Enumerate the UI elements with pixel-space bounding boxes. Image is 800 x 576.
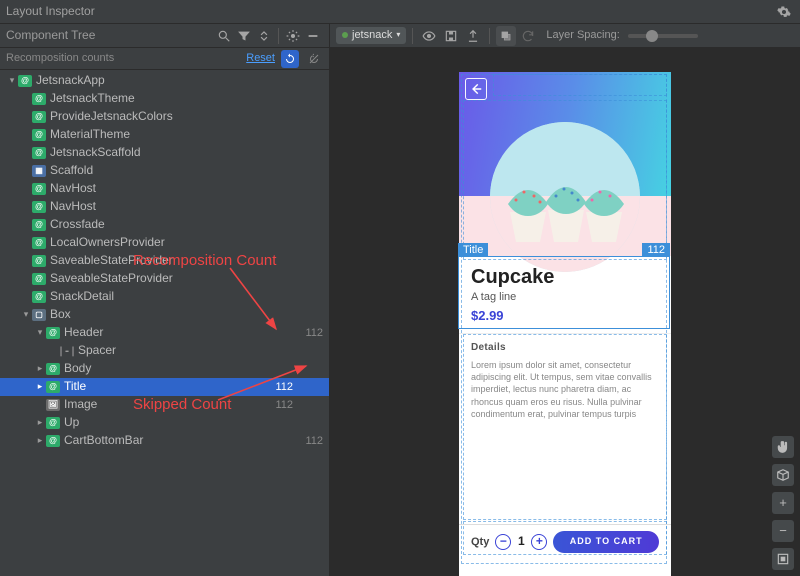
view-mode-icon[interactable] xyxy=(419,26,439,46)
refresh-icon[interactable] xyxy=(518,26,538,46)
tree-node[interactable]: @ProvideJetsnackColors xyxy=(0,108,329,126)
title-bar: Layout Inspector xyxy=(0,0,800,24)
skipped-count: 112 xyxy=(293,434,323,448)
mode-3d-icon[interactable] xyxy=(772,464,794,486)
chevron-icon[interactable]: ▾ xyxy=(6,75,18,87)
chevron-icon[interactable]: ▸ xyxy=(34,381,46,393)
tree-node-label: NavHost xyxy=(50,199,263,215)
settings-icon[interactable] xyxy=(774,2,794,22)
title-text: Layout Inspector xyxy=(6,4,774,20)
gear-icon[interactable] xyxy=(283,26,303,46)
overlay-cartbar xyxy=(463,521,667,555)
recomp-count-indicator xyxy=(281,50,299,68)
zoom-out-icon[interactable]: − xyxy=(772,520,794,542)
tree-node[interactable]: @SaveableStateProvider xyxy=(0,270,329,288)
tree-node-label: SaveableStateProvider xyxy=(50,271,263,287)
device-frame: Cupcake A tag line $2.99 Details Lorem i… xyxy=(459,72,671,576)
chevron-icon[interactable]: ▾ xyxy=(20,309,32,321)
tree-node[interactable]: @JetsnackTheme xyxy=(0,90,329,108)
tree-node-label: Box xyxy=(50,307,263,323)
tree-node-label: JetsnackApp xyxy=(36,73,263,89)
zoom-in-icon[interactable]: + xyxy=(772,492,794,514)
zoom-fit-icon[interactable] xyxy=(772,548,794,570)
tree-node-label: Image xyxy=(64,397,263,413)
tree-node[interactable]: @SnackDetail xyxy=(0,288,329,306)
process-selector[interactable]: jetsnack ▾ xyxy=(336,27,406,43)
tree-node[interactable]: ▦Scaffold xyxy=(0,162,329,180)
overlay-label-right: 112 xyxy=(642,243,670,257)
skipped-count-indicator xyxy=(305,50,323,68)
reset-link[interactable]: Reset xyxy=(246,51,275,65)
tree-node-label: MaterialTheme xyxy=(50,127,263,143)
tree-node-label: SnackDetail xyxy=(50,289,263,305)
preview-toolbar: jetsnack ▾ Layer Spacing: xyxy=(330,24,800,48)
overlay-label-left: Title xyxy=(458,243,488,257)
tree-toolbar: Component Tree xyxy=(0,24,329,48)
tree-node[interactable]: ▸@Up xyxy=(0,414,329,432)
tree-node[interactable]: ▾▢Box xyxy=(0,306,329,324)
recomp-count: 112 xyxy=(263,380,293,394)
tree-node[interactable]: @SaveableStateProvider xyxy=(0,252,329,270)
overlay-toggle-icon[interactable] xyxy=(496,26,516,46)
tree-node[interactable]: ▾@Header112 xyxy=(0,324,329,342)
preview-panel: jetsnack ▾ Layer Spacing: xyxy=(330,24,800,576)
tree-node[interactable]: @MaterialTheme xyxy=(0,126,329,144)
layer-spacing-label: Layer Spacing: xyxy=(546,28,619,42)
tree-node-label: SaveableStateProvider xyxy=(50,253,263,269)
overlay-toolbar xyxy=(493,74,667,96)
tree-toolbar-label: Component Tree xyxy=(6,28,214,44)
minimize-icon[interactable] xyxy=(303,26,323,46)
tree-node[interactable]: ▸@Title112 xyxy=(0,378,329,396)
tree-node-label: JetsnackScaffold xyxy=(50,145,263,161)
recomposition-bar: Recomposition counts Reset xyxy=(0,48,329,70)
export-icon[interactable] xyxy=(463,26,483,46)
overlay-title-selected: Title 112 xyxy=(458,256,670,329)
chevron-icon[interactable]: ▸ xyxy=(34,417,46,429)
tree-node-label: NavHost xyxy=(50,181,263,197)
recomp-count: 112 xyxy=(263,398,293,412)
overlay-body xyxy=(463,334,667,520)
tree-node[interactable]: @LocalOwnersProvider xyxy=(0,234,329,252)
tree-node-label: Up xyxy=(64,415,263,431)
overlay-image xyxy=(463,100,667,260)
tree-node-label: CartBottomBar xyxy=(64,433,263,449)
tree-node-label: JetsnackTheme xyxy=(50,91,263,107)
tree-node-label: Scaffold xyxy=(50,163,263,179)
tree-node-label: Body xyxy=(64,361,263,377)
chevron-icon[interactable]: ▸ xyxy=(34,363,46,375)
layer-spacing-slider[interactable] xyxy=(628,34,698,38)
component-tree[interactable]: ▾@JetsnackApp@JetsnackTheme@ProvideJetsn… xyxy=(0,70,329,576)
tree-node-label: Crossfade xyxy=(50,217,263,233)
canvas-controls: + − xyxy=(772,436,794,570)
tree-node-label: LocalOwnersProvider xyxy=(50,235,263,251)
chevron-icon[interactable]: ▸ xyxy=(34,435,46,447)
tree-node-label: ProvideJetsnackColors xyxy=(50,109,263,125)
filter-icon[interactable] xyxy=(234,26,254,46)
tree-node[interactable]: @NavHost xyxy=(0,180,329,198)
search-icon[interactable] xyxy=(214,26,234,46)
chevron-icon[interactable]: ▾ xyxy=(34,327,46,339)
snapshot-icon[interactable] xyxy=(441,26,461,46)
pan-icon[interactable] xyxy=(772,436,794,458)
tree-node[interactable]: 🖼Image112 xyxy=(0,396,329,414)
component-tree-panel: Component Tree Recomposition counts Rese… xyxy=(0,24,330,576)
expand-icon[interactable] xyxy=(254,26,274,46)
recomposition-label: Recomposition counts xyxy=(6,51,240,65)
tree-node[interactable]: @NavHost xyxy=(0,198,329,216)
tree-node[interactable]: ▸@Body xyxy=(0,360,329,378)
tree-node[interactable]: ▾@JetsnackApp xyxy=(0,72,329,90)
tree-node-label: Spacer xyxy=(78,343,263,359)
tree-node-label: Header xyxy=(64,325,263,341)
skipped-count: 112 xyxy=(293,326,323,340)
tree-node[interactable]: ▸@CartBottomBar112 xyxy=(0,432,329,450)
tree-node[interactable]: @Crossfade xyxy=(0,216,329,234)
tree-node-label: Title xyxy=(64,379,263,395)
preview-canvas[interactable]: Cupcake A tag line $2.99 Details Lorem i… xyxy=(330,48,800,576)
tree-node[interactable]: |-|Spacer xyxy=(0,342,329,360)
tree-node[interactable]: @JetsnackScaffold xyxy=(0,144,329,162)
